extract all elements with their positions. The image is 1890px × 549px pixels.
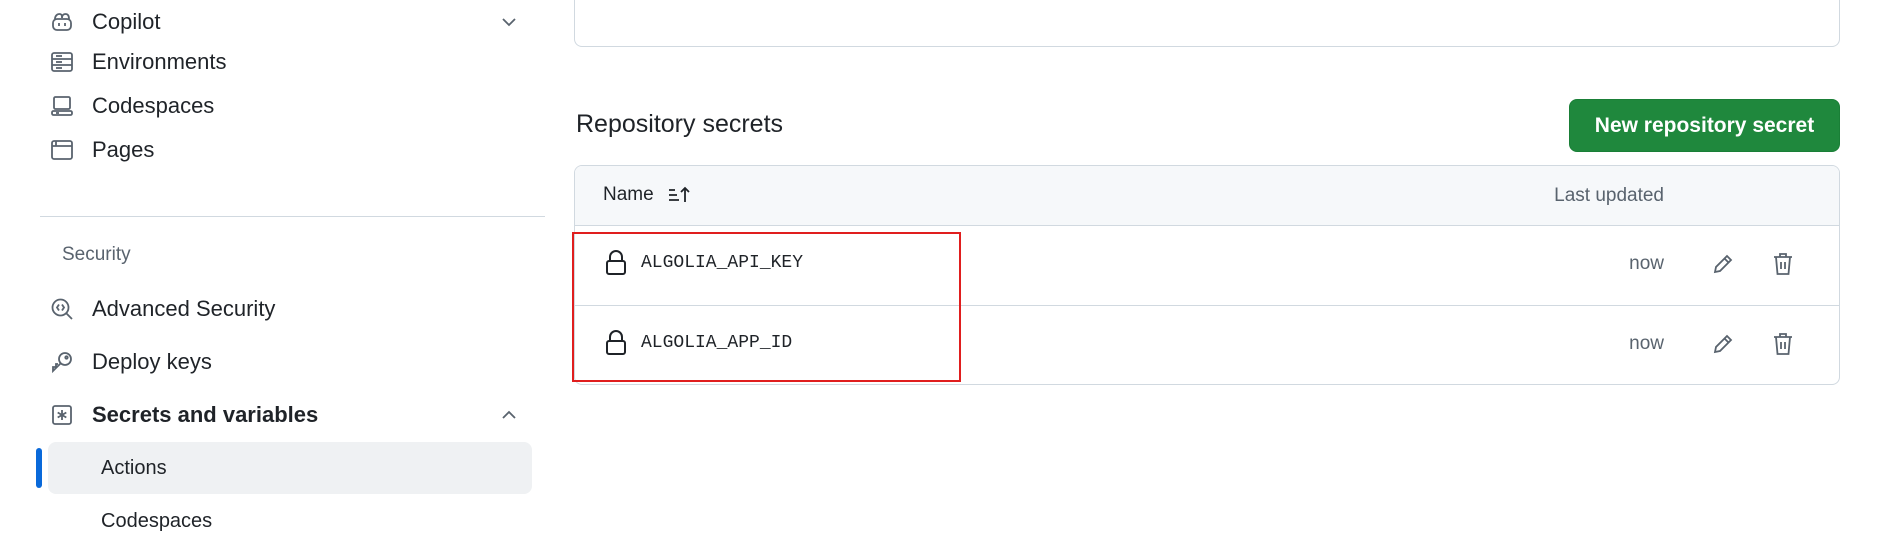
previous-section-card [574,0,1840,47]
sidebar-item-codespaces[interactable]: Codespaces [48,84,532,128]
sidebar-item-environments[interactable]: Environments [48,40,532,84]
copilot-icon [48,8,76,36]
key-icon [48,348,76,376]
settings-sidebar: Copilot Environments Codespaces Pages Se… [0,0,545,549]
sidebar-subitem-actions[interactable]: Actions [48,442,532,494]
last-updated-column-header: Last updated [1554,185,1664,206]
secret-name: ALGOLIA_API_KEY [641,253,804,273]
sidebar-item-advanced-security[interactable]: Advanced Security [48,287,532,331]
trash-icon[interactable] [1767,328,1799,360]
lock-icon [605,330,629,358]
sidebar-item-pages[interactable]: Pages [48,128,532,172]
section-title: Repository secrets [576,110,784,138]
chevron-up-icon[interactable] [498,404,520,426]
secret-name: ALGOLIA_APP_ID [641,333,793,353]
sidebar-item-label: Copilot [92,9,161,34]
sidebar-subitem-label: Actions [101,456,167,479]
chevron-down-icon[interactable] [498,11,520,33]
sidebar-item-label: Environments [92,49,227,74]
server-icon [48,48,76,76]
sidebar-item-label: Codespaces [92,93,215,118]
secret-updated: now [1629,253,1664,274]
lock-icon [605,250,629,278]
sidebar-divider [40,216,545,217]
sidebar-item-label: Secrets and variables [92,402,319,427]
new-repository-secret-button[interactable]: New repository secret [1569,99,1840,152]
sidebar-item-label: Advanced Security [92,296,276,321]
trash-icon[interactable] [1767,248,1799,280]
sidebar-subitem-label: Codespaces [101,509,213,532]
asterisk-icon [48,401,76,429]
pencil-icon[interactable] [1707,248,1739,280]
sidebar-item-deploy-keys[interactable]: Deploy keys [48,340,532,384]
codespaces-icon [48,92,76,120]
codescan-icon [48,295,76,323]
sidebar-item-secrets-and-variables[interactable]: Secrets and variables [48,393,532,437]
table-header: Name Last updated [575,166,1839,226]
pencil-icon[interactable] [1707,328,1739,360]
sidebar-item-copilot[interactable]: Copilot [48,0,532,44]
table-row: ALGOLIA_APP_ID now [575,306,1839,384]
active-item-indicator [36,448,42,488]
sidebar-item-label: Deploy keys [92,349,212,374]
sort-ascending-icon[interactable] [666,184,692,206]
settings-page: Copilot Environments Codespaces Pages Se… [0,0,1890,549]
name-column-header[interactable]: Name [603,184,692,206]
browser-icon [48,136,76,164]
sidebar-section-heading: Security [62,244,131,265]
table-row: ALGOLIA_API_KEY now [575,226,1839,306]
name-column-label: Name [603,184,654,205]
sidebar-subitem-codespaces[interactable]: Codespaces [48,495,532,547]
secrets-table: Name Last updated ALGOLIA_API_KEY now AL… [574,165,1840,385]
sidebar-item-label: Pages [92,137,155,162]
secret-updated: now [1629,333,1664,354]
